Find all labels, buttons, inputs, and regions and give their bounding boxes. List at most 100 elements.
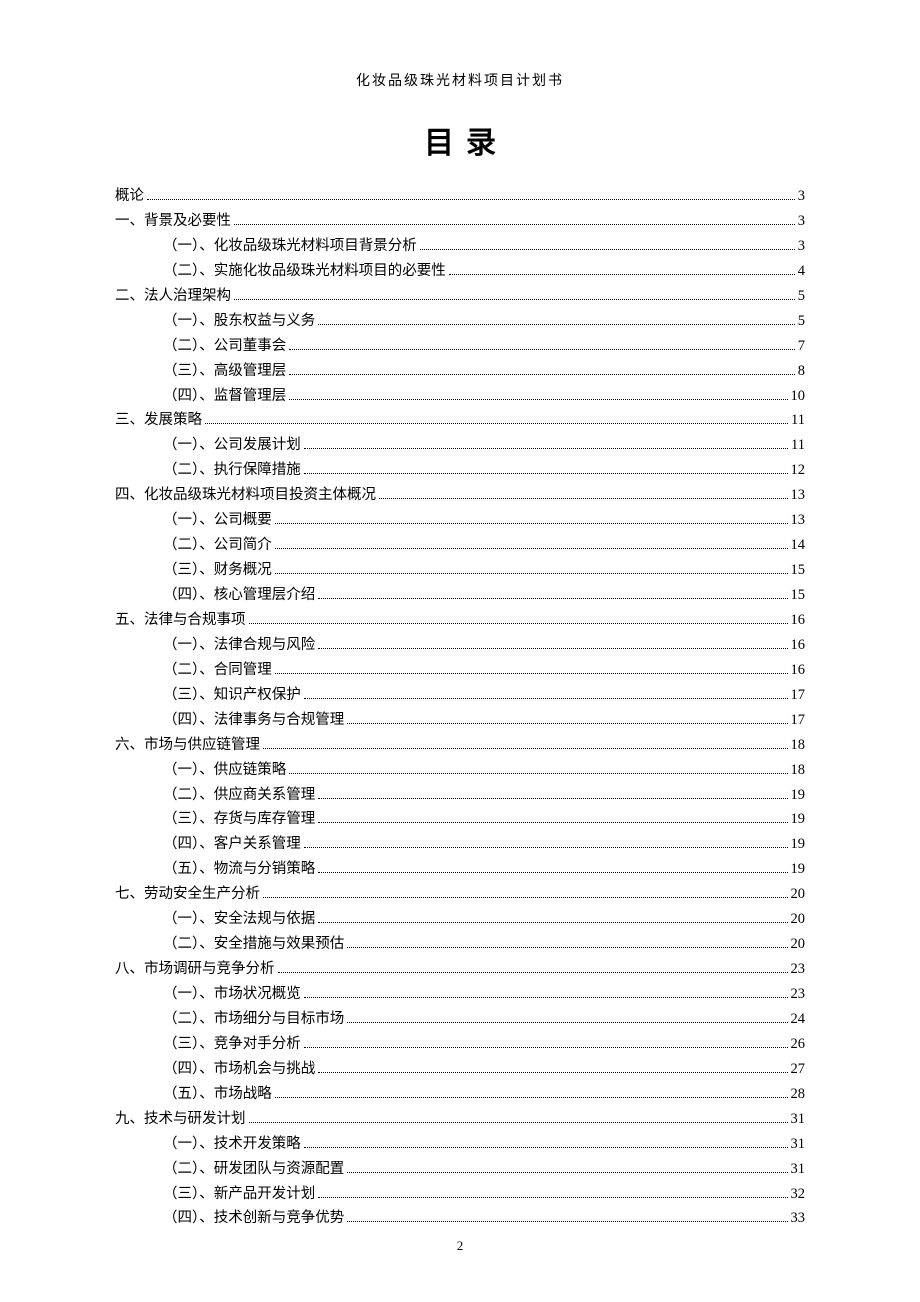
toc-leader-dots xyxy=(289,342,795,350)
toc-leader-dots xyxy=(304,840,788,848)
toc-leader-dots xyxy=(289,392,787,400)
toc-entry-label: （二）、安全措施与效果预估 xyxy=(163,932,344,957)
toc-entry-page: 15 xyxy=(791,583,806,608)
toc-entry-page: 16 xyxy=(791,658,806,683)
toc-entry: （二）、研发团队与资源配置 31 xyxy=(115,1157,805,1182)
toc-entry-page: 3 xyxy=(798,209,805,234)
toc-leader-dots xyxy=(379,491,788,499)
toc-leader-dots xyxy=(304,1040,788,1048)
toc-entry: 九、技术与研发计划 31 xyxy=(115,1107,805,1132)
toc-entry-label: （五）、物流与分销策略 xyxy=(163,857,315,882)
toc-leader-dots xyxy=(347,716,787,724)
toc-entry-label: （二）、执行保障措施 xyxy=(163,458,301,483)
toc-entry-label: （二）、供应商关系管理 xyxy=(163,783,315,808)
toc-entry-label: （二）、公司简介 xyxy=(163,533,272,558)
toc-entry-page: 32 xyxy=(791,1182,806,1207)
toc-entry-label: 六、市场与供应链管理 xyxy=(115,733,260,758)
toc-entry-page: 16 xyxy=(791,608,806,633)
toc-entry: （一）、供应链策略18 xyxy=(115,758,805,783)
toc-entry-label: （四）、客户关系管理 xyxy=(163,832,301,857)
toc-entry: （二）、执行保障措施12 xyxy=(115,458,805,483)
toc-entry: 三、发展策略 11 xyxy=(115,408,805,433)
toc-entry: （一）、化妆品级珠光材料项目背景分析 3 xyxy=(115,234,805,259)
toc-leader-dots xyxy=(234,217,795,225)
toc-leader-dots xyxy=(304,466,788,474)
toc-leader-dots xyxy=(275,1090,788,1098)
toc-entry-label: 二、法人治理架构 xyxy=(115,284,231,309)
toc-entry: （一）、公司发展计划11 xyxy=(115,433,805,458)
toc-entry-label: （二）、研发团队与资源配置 xyxy=(163,1157,344,1182)
toc-entry-page: 10 xyxy=(791,384,806,409)
toc-entry-page: 17 xyxy=(791,708,806,733)
toc-entry-page: 18 xyxy=(791,758,806,783)
toc-entry-label: （一）、股东权益与义务 xyxy=(163,309,315,334)
toc-entry: （四）、市场机会与挑战27 xyxy=(115,1057,805,1082)
toc-leader-dots xyxy=(318,1190,787,1198)
toc-leader-dots xyxy=(278,965,788,973)
toc-entry: （二）、合同管理 16 xyxy=(115,658,805,683)
toc-leader-dots xyxy=(318,641,787,649)
toc-leader-dots xyxy=(304,441,788,449)
toc-leader-dots xyxy=(318,791,787,799)
toc-entry-page: 31 xyxy=(791,1157,806,1182)
toc-entry-label: （四）、法律事务与合规管理 xyxy=(163,708,344,733)
toc-leader-dots xyxy=(304,990,788,998)
toc-entry: （一）、公司概要 13 xyxy=(115,508,805,533)
toc-entry-label: （一）、公司发展计划 xyxy=(163,433,301,458)
toc-entry-page: 3 xyxy=(798,234,805,259)
toc-entry-label: （三）、知识产权保护 xyxy=(163,683,301,708)
toc-entry-page: 14 xyxy=(791,533,806,558)
toc-entry: （三）、知识产权保护 17 xyxy=(115,683,805,708)
toc-leader-dots xyxy=(263,890,788,898)
toc-entry-page: 26 xyxy=(791,1032,806,1057)
toc-leader-dots xyxy=(234,292,795,300)
toc-entry: （五）、物流与分销策略19 xyxy=(115,857,805,882)
toc-entry-page: 5 xyxy=(798,284,805,309)
table-of-contents: 概论 3一、背景及必要性 3（一）、化妆品级珠光材料项目背景分析3（二）、实施化… xyxy=(115,184,805,1231)
toc-leader-dots xyxy=(449,267,795,275)
toc-entry-label: （四）、监督管理层 xyxy=(163,384,286,409)
toc-entry-label: （四）、市场机会与挑战 xyxy=(163,1057,315,1082)
toc-entry: 六、市场与供应链管理 18 xyxy=(115,733,805,758)
toc-entry-label: （三）、新产品开发计划 xyxy=(163,1182,315,1207)
toc-leader-dots xyxy=(318,915,787,923)
toc-entry-label: （二）、合同管理 xyxy=(163,658,272,683)
toc-entry: （二）、供应商关系管理 19 xyxy=(115,783,805,808)
toc-entry-page: 23 xyxy=(791,982,806,1007)
toc-leader-dots xyxy=(318,865,787,873)
toc-entry: （四）、法律事务与合规管理 17 xyxy=(115,708,805,733)
toc-entry-label: （四）、技术创新与竞争优势 xyxy=(163,1206,344,1231)
toc-entry-page: 20 xyxy=(791,882,806,907)
toc-entry-label: （五）、市场战略 xyxy=(163,1082,272,1107)
toc-leader-dots xyxy=(205,416,788,424)
toc-entry-label: （二）、市场细分与目标市场 xyxy=(163,1007,344,1032)
toc-entry-page: 20 xyxy=(791,907,806,932)
toc-leader-dots xyxy=(147,192,795,200)
toc-leader-dots xyxy=(275,541,788,549)
toc-entry-page: 13 xyxy=(791,508,806,533)
toc-entry-label: 八、市场调研与竞争分析 xyxy=(115,957,275,982)
page-number: 2 xyxy=(0,1238,920,1254)
toc-entry-label: 四、化妆品级珠光材料项目投资主体概况 xyxy=(115,483,376,508)
toc-entry: （四）、客户关系管理19 xyxy=(115,832,805,857)
toc-entry-page: 8 xyxy=(798,359,805,384)
toc-leader-dots xyxy=(347,1165,787,1173)
toc-leader-dots xyxy=(420,242,795,250)
toc-entry-label: （三）、存货与库存管理 xyxy=(163,807,315,832)
toc-entry-label: 五、法律与合规事项 xyxy=(115,608,246,633)
toc-entry: （二）、市场细分与目标市场24 xyxy=(115,1007,805,1032)
toc-entry-label: （一）、技术开发策略 xyxy=(163,1132,301,1157)
toc-leader-dots xyxy=(304,1140,788,1148)
toc-entry-page: 17 xyxy=(791,683,806,708)
toc-entry: 二、法人治理架构 5 xyxy=(115,284,805,309)
toc-entry-label: （一）、化妆品级珠光材料项目背景分析 xyxy=(163,234,417,259)
toc-entry-page: 5 xyxy=(798,309,805,334)
toc-leader-dots xyxy=(249,1115,788,1123)
toc-entry-page: 11 xyxy=(791,408,805,433)
toc-entry-page: 23 xyxy=(791,957,806,982)
toc-entry-page: 19 xyxy=(791,783,806,808)
toc-entry: （三）、高级管理层8 xyxy=(115,359,805,384)
toc-entry-page: 18 xyxy=(791,733,806,758)
toc-entry: （三）、存货与库存管理19 xyxy=(115,807,805,832)
toc-entry: （四）、技术创新与竞争优势33 xyxy=(115,1206,805,1231)
